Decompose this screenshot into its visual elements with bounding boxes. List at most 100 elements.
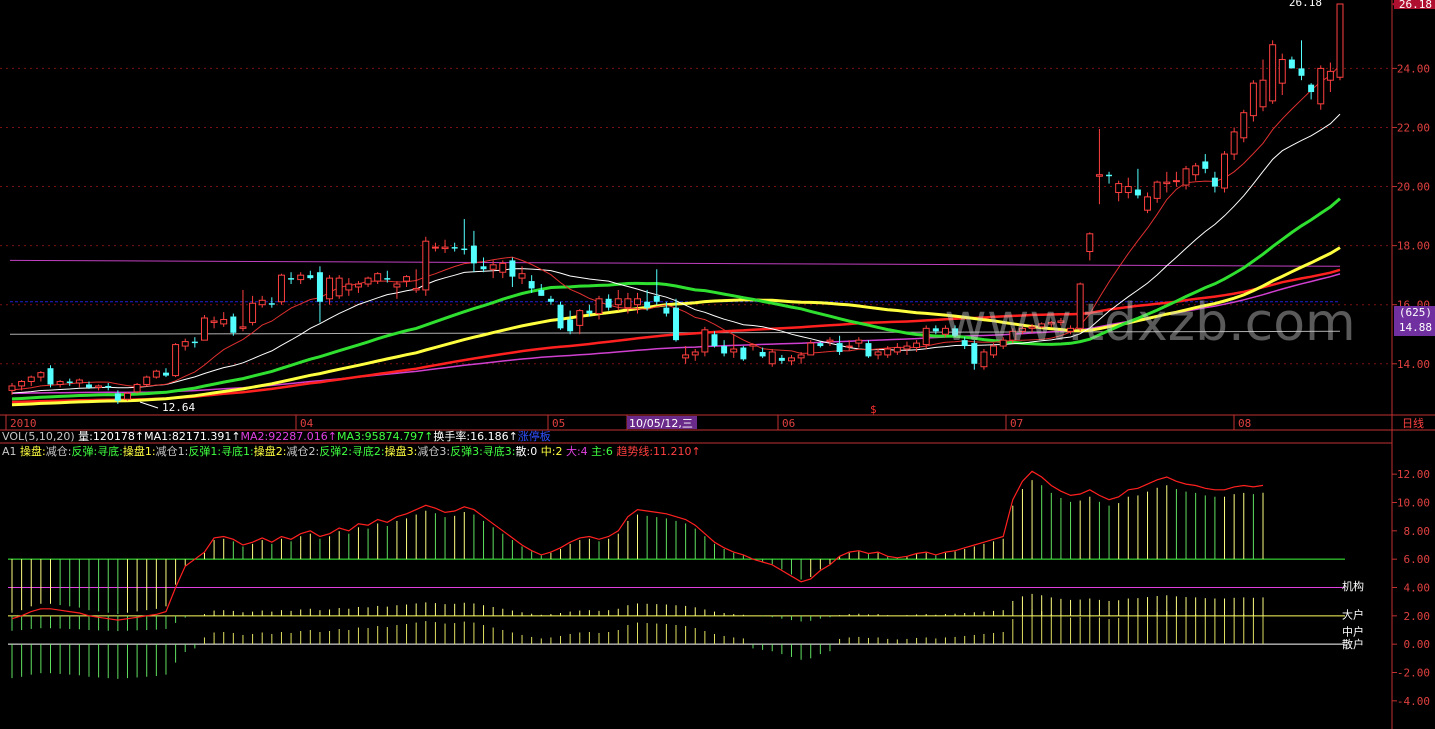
candle-body xyxy=(297,274,305,281)
candle-body xyxy=(86,384,92,388)
candle-body xyxy=(1221,153,1229,189)
period-label[interactable]: 日线 xyxy=(1402,416,1424,430)
candle-body xyxy=(586,310,593,314)
candle-body xyxy=(191,341,198,344)
candle-body xyxy=(403,276,411,282)
candle-body xyxy=(595,298,603,315)
legend-entry: 中:2 xyxy=(537,445,562,458)
candle-body xyxy=(335,277,343,297)
candle-body xyxy=(143,376,151,385)
candle-body xyxy=(980,351,988,368)
candle-body xyxy=(1278,59,1286,84)
candle-body xyxy=(288,278,295,280)
candle-body xyxy=(480,266,487,270)
date-tick-label: 05 xyxy=(552,417,565,430)
date-tick-label: 04 xyxy=(300,417,314,430)
legend-entry: 操盘3: xyxy=(385,444,418,458)
candle-body xyxy=(528,281,535,289)
candle-body xyxy=(663,307,670,314)
candle-body xyxy=(1086,233,1094,253)
candle-body xyxy=(624,298,632,309)
candle-body xyxy=(1192,165,1200,176)
indicator-panel: VOL(5,10,20) 量:120178↑MA1:82171.391↑MA2:… xyxy=(2,429,1364,679)
candle-body xyxy=(1249,82,1257,117)
candle-body xyxy=(499,262,507,273)
candle-body xyxy=(95,385,103,388)
candle-body xyxy=(807,342,815,356)
candle-body xyxy=(354,283,362,288)
candle-body xyxy=(1288,59,1295,69)
low-price-label: 12.64 xyxy=(162,401,195,414)
candle-body xyxy=(797,354,805,359)
candle-body xyxy=(653,295,660,302)
candle-body xyxy=(56,381,64,385)
candle-body xyxy=(230,316,237,333)
level-label: 机构 xyxy=(1342,579,1364,593)
price-tick-label: 14.00 xyxy=(1397,358,1430,371)
count-label: (625) xyxy=(1399,306,1432,319)
candle-body xyxy=(268,303,275,305)
candle-body xyxy=(884,348,892,356)
candle-body xyxy=(200,317,208,341)
indicator-tick-label: 10.00 xyxy=(1397,497,1430,510)
price-tick-label: 20.00 xyxy=(1397,181,1430,194)
axes-layer: 14.0016.0018.0020.0022.0024.0026.18(625)… xyxy=(0,0,1435,729)
legend-entry: 主:6 xyxy=(588,445,613,458)
candle-body xyxy=(1317,67,1325,105)
indicator-tick-label: -4.00 xyxy=(1397,695,1430,708)
candle-body xyxy=(220,318,228,325)
candle-body xyxy=(845,345,853,348)
candle-body xyxy=(922,327,930,346)
legend-entry: 寻底1: xyxy=(221,444,254,458)
event-marker: $ xyxy=(870,403,877,416)
candle-body xyxy=(1202,161,1209,169)
candle-body xyxy=(711,334,718,347)
legend-entry: 反弹2: xyxy=(319,444,352,458)
candle-body xyxy=(364,277,372,285)
indicator-legend: A1 操盘:减仓:反弹:寻底:操盘1:减仓1:反弹1:寻底1:操盘2:减仓2:反… xyxy=(2,444,701,458)
cursor-date-label: 10/05/12,三 xyxy=(629,417,693,430)
indicator-tick-label: 2.00 xyxy=(1404,610,1431,623)
legend-entry: VOL(5,10,20) xyxy=(2,430,75,443)
high-price-box-text: 26.18 xyxy=(1399,0,1432,11)
candle-body xyxy=(682,354,690,359)
candle-body xyxy=(1230,131,1238,155)
legend-entry: MA2:92287.016↑ xyxy=(241,430,337,443)
low-price-pointer xyxy=(139,401,159,409)
candle-body xyxy=(307,275,314,279)
candle-body xyxy=(441,246,449,250)
candle-body xyxy=(874,351,882,356)
candle-body xyxy=(913,342,921,349)
candle-body xyxy=(673,307,679,341)
candle-body xyxy=(1269,44,1277,102)
legend-entry: 操盘2: xyxy=(254,444,287,458)
date-tick-label: 06 xyxy=(782,417,795,430)
candle-body xyxy=(634,298,641,306)
date-tick-label: 07 xyxy=(1010,417,1023,430)
candle-body xyxy=(1115,183,1123,193)
price-tick-label: 18.00 xyxy=(1397,240,1430,253)
candle-body xyxy=(105,385,112,388)
candle-body xyxy=(740,347,747,360)
candle-body xyxy=(576,310,584,326)
indicator-tick-label: -2.00 xyxy=(1397,667,1430,680)
candle-body xyxy=(1259,79,1267,108)
legend-entry: 减仓: xyxy=(46,444,72,458)
legend-entry: 减仓2: xyxy=(287,444,320,458)
upper-band-line xyxy=(9,259,1341,267)
candle-body xyxy=(787,357,795,362)
candle-body xyxy=(384,278,391,280)
candle-body xyxy=(749,344,757,347)
candle-body xyxy=(509,260,516,277)
candle-body xyxy=(826,339,834,343)
indicator-tick-label: 4.00 xyxy=(1404,582,1431,595)
price-tick-label: 24.00 xyxy=(1397,62,1430,75)
level-label: 散户 xyxy=(1342,637,1364,651)
candle-body xyxy=(1336,3,1344,78)
legend-entry: 寻底3: xyxy=(483,444,516,458)
legend-entry: 大:4 xyxy=(562,444,587,458)
legend-entry: 减仓3: xyxy=(417,444,450,458)
legend-entry: 涨停板 xyxy=(518,429,551,443)
candle-body xyxy=(470,245,477,264)
candle-body xyxy=(326,277,334,300)
